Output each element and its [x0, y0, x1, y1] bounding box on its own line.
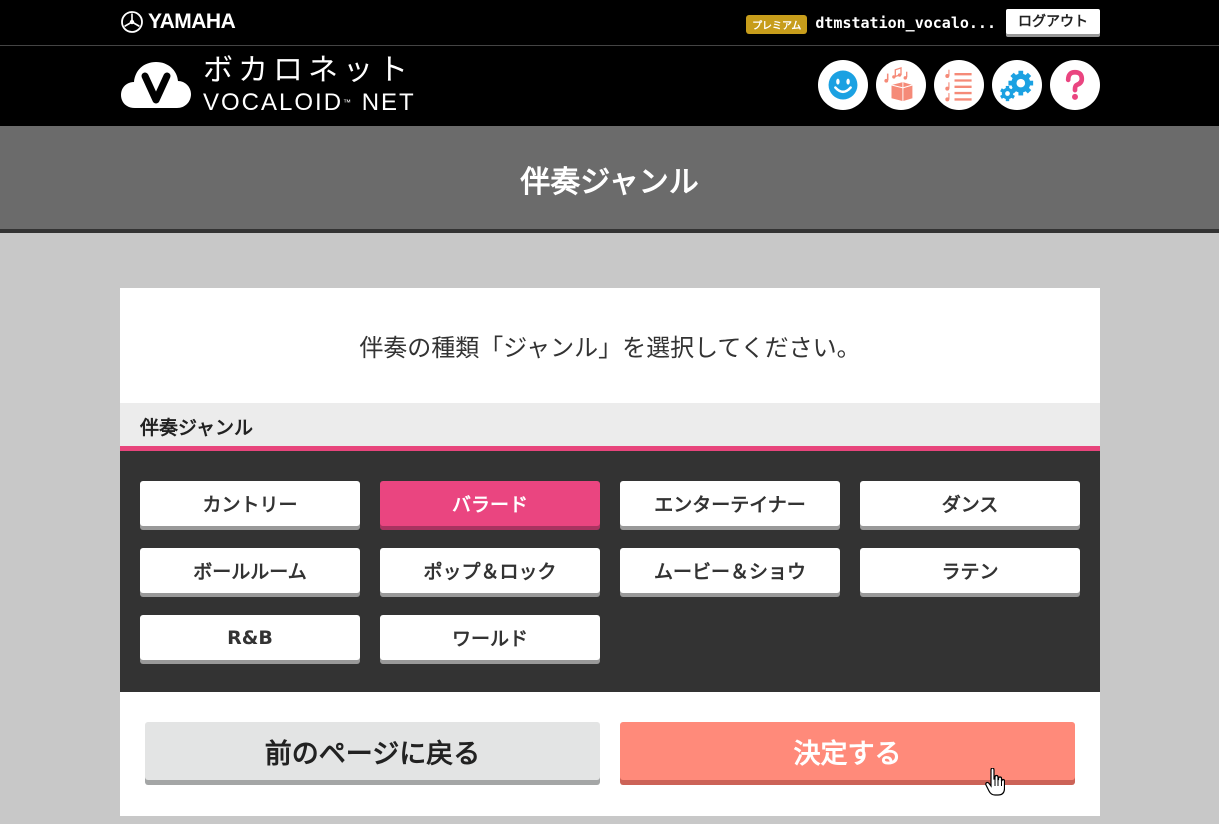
hand-pointer-cursor-icon	[985, 768, 1005, 796]
top-bar: YAMAHA プレミアム dtmstation_vocalo... ログアウト	[0, 0, 1219, 46]
genre-button-world[interactable]: ワールド	[380, 615, 600, 660]
logo-bar: ボカロネット VOCALOID™ NET	[0, 46, 1219, 126]
logout-button[interactable]: ログアウト	[1006, 9, 1100, 34]
logo-tm: ™	[343, 98, 354, 107]
genre-button-ballroom[interactable]: ボールルーム	[140, 548, 360, 593]
user-area: プレミアム dtmstation_vocalo... ログアウト	[746, 9, 1100, 34]
premium-badge: プレミアム	[746, 15, 808, 34]
page-banner: 伴奏ジャンル	[0, 126, 1219, 229]
genre-card: 伴奏の種類「ジャンル」を選択してください。 伴奏ジャンル カントリー バラード …	[120, 288, 1100, 816]
page-title: 伴奏ジャンル	[520, 164, 699, 200]
help-icon[interactable]	[1050, 60, 1100, 110]
logo-en-suffix: NET	[353, 89, 416, 116]
logo-text: ボカロネット VOCALOID™ NET	[203, 54, 416, 118]
banner-border	[0, 229, 1219, 233]
username: dtmstation_vocalo...	[815, 13, 996, 32]
section-header: 伴奏ジャンル	[120, 403, 1100, 451]
genre-button-rnb[interactable]: R&B	[140, 615, 360, 660]
settings-icon[interactable]	[992, 60, 1042, 110]
genre-button-pop-rock[interactable]: ポップ＆ロック	[380, 548, 600, 593]
genre-button-ballad[interactable]: バラード	[380, 481, 600, 526]
vocaloid-cloud-logo-icon	[121, 62, 191, 108]
genre-button-dance[interactable]: ダンス	[860, 481, 1080, 526]
yamaha-logo[interactable]: YAMAHA	[121, 10, 236, 34]
logo-japanese: ボカロネット	[203, 53, 413, 88]
genre-button-country[interactable]: カントリー	[140, 481, 360, 526]
genre-button-entertainer[interactable]: エンターテイナー	[620, 481, 840, 526]
genre-button-movie-show[interactable]: ムービー＆ショウ	[620, 548, 840, 593]
back-button[interactable]: 前のページに戻る	[145, 722, 600, 780]
nav-icons	[818, 60, 1100, 110]
music-list-icon[interactable]	[934, 60, 984, 110]
vocaloid-net-logo[interactable]: ボカロネット VOCALOID™ NET	[121, 54, 416, 118]
yamaha-tuning-fork-icon	[121, 11, 143, 33]
confirm-button[interactable]: 決定する	[620, 722, 1075, 780]
genre-button-grid: カントリー バラード エンターテイナー ダンス ボールルーム ポップ＆ロック ム…	[120, 451, 1100, 692]
smiley-icon[interactable]	[818, 60, 868, 110]
music-box-icon[interactable]	[876, 60, 926, 110]
genre-button-latin[interactable]: ラテン	[860, 548, 1080, 593]
yamaha-brand-text: YAMAHA	[148, 10, 236, 33]
logo-en-text: VOCALOID	[203, 89, 344, 116]
instruction-text: 伴奏の種類「ジャンル」を選択してください。	[359, 334, 861, 362]
section-title: 伴奏ジャンル	[140, 417, 254, 439]
logo-english: VOCALOID™ NET	[203, 88, 416, 118]
